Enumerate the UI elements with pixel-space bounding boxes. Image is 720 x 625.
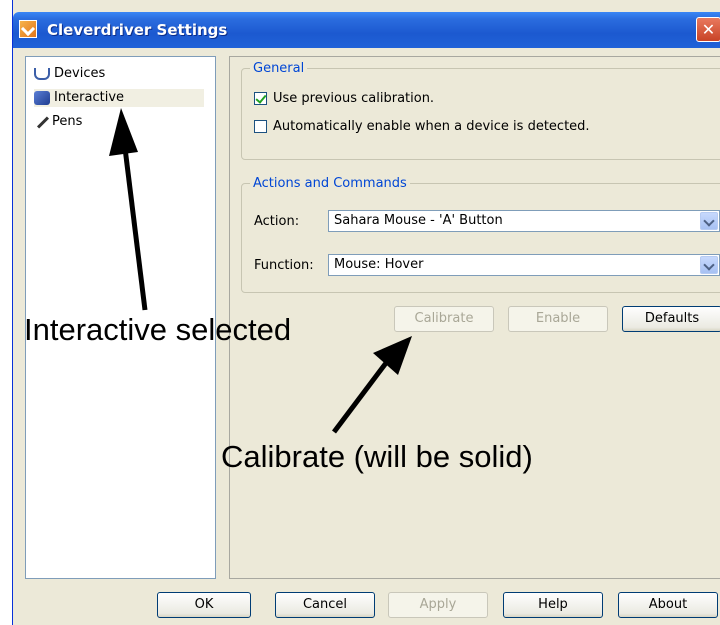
- action-select[interactable]: Sahara Mouse - 'A' Button: [328, 210, 720, 232]
- actions-legend: Actions and Commands: [250, 176, 410, 191]
- use-previous-calibration-label: Use previous calibration.: [273, 91, 435, 106]
- tree-item-label: Devices: [54, 66, 106, 81]
- pen-icon: [34, 115, 48, 129]
- about-button[interactable]: About: [618, 592, 718, 618]
- chevron-down-icon[interactable]: [700, 256, 718, 274]
- function-value: Mouse: Hover: [334, 257, 424, 272]
- app-icon: [19, 20, 37, 38]
- tree-item-label: Pens: [52, 114, 83, 129]
- interactive-icon: [34, 91, 50, 105]
- action-label: Action:: [254, 214, 300, 229]
- close-button[interactable]: ✕: [696, 17, 720, 42]
- window-title: Cleverdriver Settings: [47, 21, 228, 39]
- actions-group: Actions and Commands Action: Sahara Mous…: [241, 176, 720, 293]
- calibrate-button[interactable]: Calibrate: [394, 306, 494, 332]
- enable-button[interactable]: Enable: [508, 306, 608, 332]
- auto-enable-checkbox[interactable]: [254, 120, 267, 133]
- general-group: General Use previous calibration. Automa…: [241, 61, 720, 160]
- use-previous-calibration-row[interactable]: Use previous calibration.: [254, 91, 434, 106]
- use-previous-calibration-checkbox[interactable]: [254, 92, 267, 105]
- tree-item-pens[interactable]: Pens: [34, 113, 82, 131]
- general-legend: General: [250, 61, 308, 76]
- tree-item-label: Interactive: [54, 90, 125, 105]
- help-button[interactable]: Help: [503, 592, 603, 618]
- calibrate-annotation: Calibrate (will be solid): [221, 439, 533, 474]
- interactive-annotation: Interactive selected: [24, 312, 292, 347]
- action-value: Sahara Mouse - 'A' Button: [334, 213, 503, 228]
- devices-icon: [34, 68, 50, 80]
- title-bar[interactable]: Cleverdriver Settings ✕: [13, 12, 720, 48]
- function-label: Function:: [254, 258, 314, 273]
- defaults-button[interactable]: Defaults: [622, 306, 720, 332]
- tree-item-devices[interactable]: Devices: [34, 65, 105, 83]
- cancel-button[interactable]: Cancel: [275, 592, 375, 618]
- settings-panel: General Use previous calibration. Automa…: [229, 56, 720, 579]
- tree-item-interactive[interactable]: Interactive: [34, 89, 204, 107]
- auto-enable-row[interactable]: Automatically enable when a device is de…: [254, 119, 590, 134]
- chevron-down-icon[interactable]: [700, 212, 718, 230]
- function-select[interactable]: Mouse: Hover: [328, 254, 720, 276]
- auto-enable-label: Automatically enable when a device is de…: [273, 119, 590, 134]
- apply-button[interactable]: Apply: [388, 592, 488, 618]
- ok-button[interactable]: OK: [157, 592, 251, 618]
